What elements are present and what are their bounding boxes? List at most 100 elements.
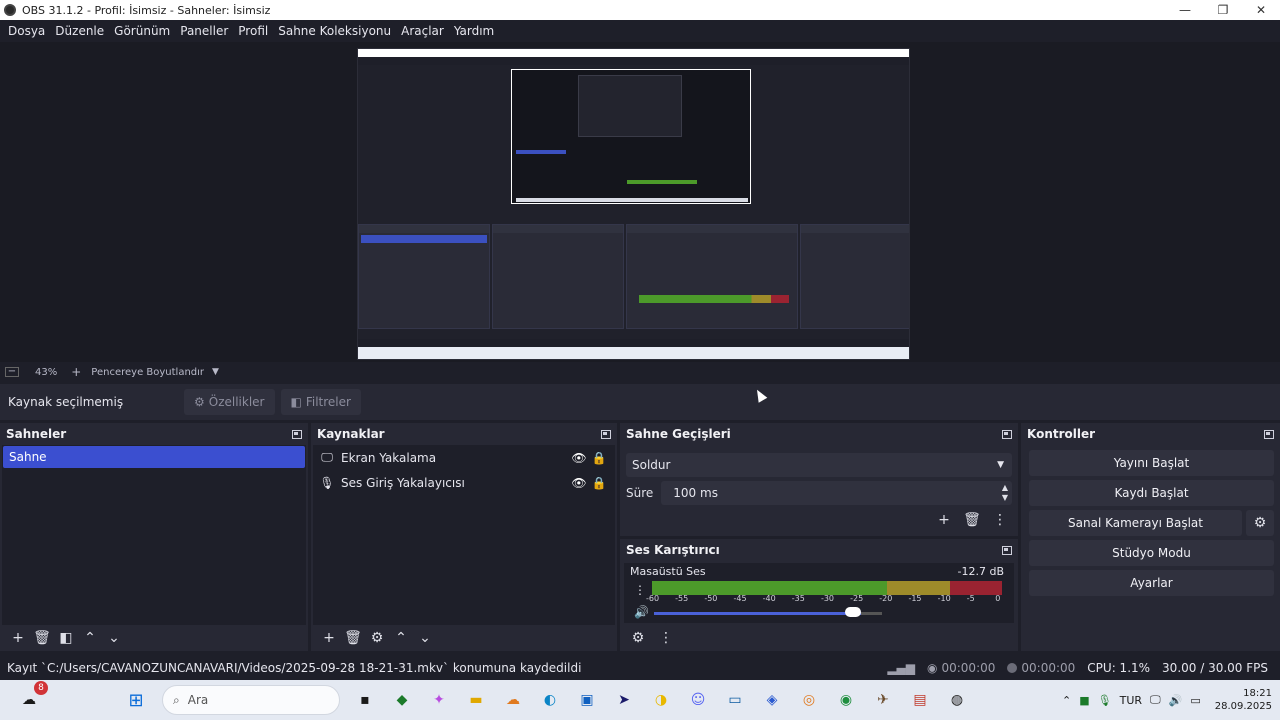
blender-icon[interactable]: ◎: [794, 687, 824, 713]
windows-start-icon[interactable]: ⊞: [121, 687, 151, 713]
more-vertical-icon[interactable]: ⋮: [988, 509, 1012, 531]
app-icon[interactable]: ▤: [905, 687, 935, 713]
advanced-audio-gear-icon[interactable]: ⚙: [626, 627, 650, 649]
folder-icon[interactable]: ▬: [461, 687, 491, 713]
chevron-down-icon[interactable]: ⌄: [413, 627, 437, 649]
trash-icon[interactable]: 🗑: [960, 509, 984, 531]
tray-app-icon[interactable]: ■: [1079, 694, 1089, 707]
menu-file[interactable]: Dosya: [3, 24, 50, 38]
add-icon[interactable]: +: [317, 627, 341, 649]
cursor-app-icon[interactable]: ➤: [609, 687, 639, 713]
more-vertical-icon[interactable]: ⋮: [654, 627, 678, 649]
preview-mirror-bar: [516, 150, 566, 154]
transition-select[interactable]: Soldur ▼: [626, 453, 1012, 477]
task-view-icon[interactable]: ▪: [350, 687, 380, 713]
speaker-icon[interactable]: 🔊: [1169, 694, 1183, 707]
obs-taskbar-icon[interactable]: ◍: [942, 687, 972, 713]
transitions-dock: Sahne Geçişleri Soldur ▼ Süre 100 ms ▲ ▼ …: [620, 423, 1018, 536]
language-indicator[interactable]: TUR: [1120, 694, 1142, 707]
microphone-icon[interactable]: 🎙: [1098, 694, 1112, 707]
gear-icon[interactable]: ⚙: [365, 627, 389, 649]
source-item[interactable]: 🎙 Ses Giriş Yakalayıcısı 👁 🔒: [313, 470, 615, 495]
filter-icon[interactable]: ◧: [54, 627, 78, 649]
chevron-down-icon[interactable]: ⌄: [102, 627, 126, 649]
maximize-button[interactable]: ❐: [1204, 3, 1242, 17]
gear-icon[interactable]: ⚙: [1246, 510, 1274, 536]
chrome-icon[interactable]: ◉: [831, 687, 861, 713]
stream-time: 00:00:00: [941, 661, 996, 675]
close-button[interactable]: ✕: [1242, 3, 1280, 17]
duration-stepper[interactable]: ▲ ▼: [1002, 483, 1008, 503]
duration-label: Süre: [626, 486, 654, 500]
scene-item[interactable]: Sahne: [3, 446, 305, 468]
discord-icon[interactable]: ☺: [683, 687, 713, 713]
clock[interactable]: 18:21 28.09.2025: [1215, 687, 1272, 713]
window-title: OBS 31.1.2 - Profil: İsimsiz - Sahneler:…: [22, 3, 271, 17]
search-placeholder: Ara: [187, 693, 209, 707]
undock-icon[interactable]: [292, 429, 302, 439]
status-bar: Kayıt `C:/Users/CAVANOZUNCANAVARI/Videos…: [0, 657, 1280, 679]
network-icon[interactable]: 🖵: [1150, 693, 1161, 707]
scale-tick: -30: [820, 594, 835, 603]
menu-docks[interactable]: Paneller: [175, 24, 233, 38]
eye-icon[interactable]: 👁: [569, 451, 589, 465]
scale-tick: -10: [937, 594, 951, 603]
game-icon[interactable]: ✈: [868, 687, 898, 713]
chevron-up-icon[interactable]: ⌃: [389, 627, 413, 649]
properties-button[interactable]: ⚙ Özellikler: [184, 389, 275, 415]
volume-slider-handle[interactable]: [845, 607, 861, 617]
chevron-up-icon[interactable]: ⌃: [1062, 694, 1071, 707]
start-recording-button[interactable]: Kaydı Başlat: [1029, 480, 1274, 506]
filters-button[interactable]: ◧ Filtreler: [280, 389, 361, 415]
add-icon[interactable]: +: [932, 509, 956, 531]
weather-icon[interactable]: ☁ 8: [14, 681, 48, 713]
taskbar-search[interactable]: ⌕ Ara: [162, 685, 340, 715]
start-virtual-camera-button[interactable]: Sanal Kamerayı Başlat: [1029, 510, 1242, 536]
menu-edit[interactable]: Düzenle: [50, 24, 109, 38]
undock-icon[interactable]: [601, 429, 611, 439]
scale-tick: -45: [733, 594, 747, 603]
battery-icon[interactable]: ▭: [1190, 694, 1200, 707]
menu-tools[interactable]: Araçlar: [396, 24, 449, 38]
lock-icon[interactable]: 🔒: [589, 476, 609, 490]
chevron-down-icon[interactable]: ▼: [212, 367, 219, 377]
speaker-icon[interactable]: 🔊: [634, 605, 649, 619]
preview-mirror-bar: [627, 180, 697, 184]
menu-scene-collection[interactable]: Sahne Koleksiyonu: [273, 24, 396, 38]
scale-tick: -40: [762, 594, 776, 603]
fit-to-window-label[interactable]: Pencereye Boyutlandır: [91, 367, 204, 378]
undock-icon[interactable]: [1002, 545, 1012, 555]
menu-help[interactable]: Yardım: [449, 24, 499, 38]
app-icon[interactable]: ◑: [646, 687, 676, 713]
minimize-button[interactable]: —: [1166, 3, 1204, 17]
menu-view[interactable]: Görünüm: [109, 24, 175, 38]
zoom-out-button[interactable]: −: [5, 367, 19, 377]
trash-icon[interactable]: 🗑: [30, 627, 54, 649]
sources-dock: Kaynaklar 🖵 Ekran Yakalama 👁 🔒 🎙 Ses Gir…: [311, 423, 617, 651]
trash-icon[interactable]: 🗑: [341, 627, 365, 649]
app-icon[interactable]: ◆: [387, 687, 417, 713]
zoom-in-button[interactable]: +: [71, 365, 81, 379]
preview-canvas[interactable]: [357, 48, 910, 360]
preview-area[interactable]: [0, 42, 1280, 362]
start-streaming-button[interactable]: Yayını Başlat: [1029, 450, 1274, 476]
more-vertical-icon[interactable]: ⋮: [634, 583, 646, 597]
settings-button[interactable]: Ayarlar: [1029, 570, 1274, 596]
add-icon[interactable]: +: [6, 627, 30, 649]
cloud-app-icon[interactable]: ☁: [498, 687, 528, 713]
chevron-up-icon[interactable]: ⌃: [78, 627, 102, 649]
undock-icon[interactable]: [1002, 429, 1012, 439]
edge-icon[interactable]: ◐: [535, 687, 565, 713]
duration-input[interactable]: 100 ms: [661, 481, 1012, 505]
vscode-icon[interactable]: ◈: [757, 687, 787, 713]
lock-icon[interactable]: 🔒: [589, 451, 609, 465]
menu-profile[interactable]: Profil: [233, 24, 273, 38]
undock-icon[interactable]: [1264, 429, 1274, 439]
window-app-icon[interactable]: ▭: [720, 687, 750, 713]
copilot-icon[interactable]: ✦: [424, 687, 454, 713]
volume-slider[interactable]: [654, 612, 861, 615]
eye-icon[interactable]: 👁: [569, 476, 589, 490]
source-item[interactable]: 🖵 Ekran Yakalama 👁 🔒: [313, 445, 615, 470]
store-icon[interactable]: ▣: [572, 687, 602, 713]
studio-mode-button[interactable]: Stüdyo Modu: [1029, 540, 1274, 566]
